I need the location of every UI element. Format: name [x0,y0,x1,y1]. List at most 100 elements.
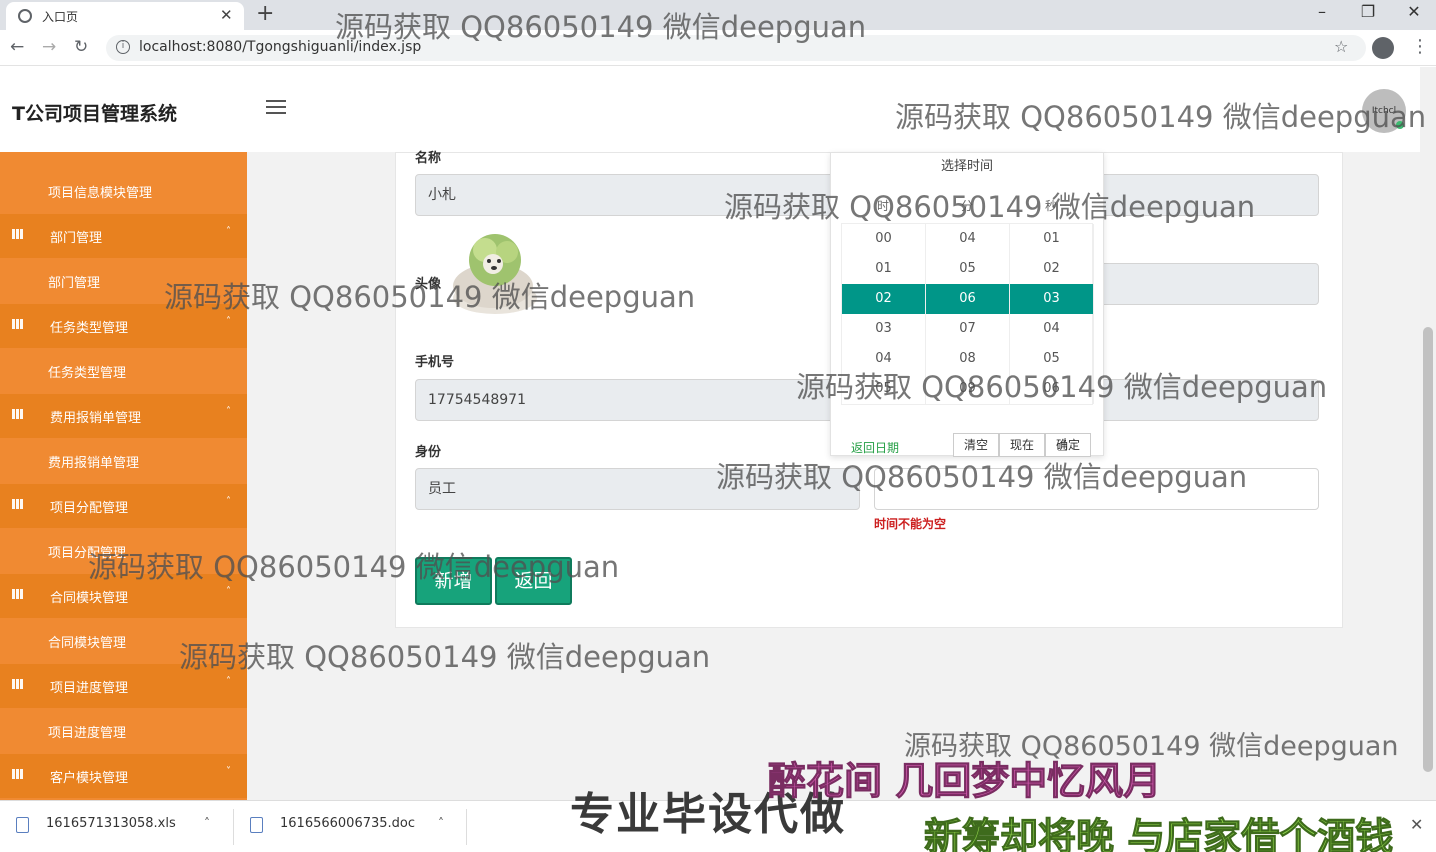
browser-tabbar: 入口页 ✕ + – ❐ ✕ [0,0,1436,30]
second-option[interactable]: 03 [1010,284,1093,314]
scrollbar-thumb[interactable] [1423,327,1433,772]
download-filename: 1616566006735.doc [280,816,416,831]
hour-option[interactable]: 00 [842,224,925,254]
profile-icon[interactable] [1372,37,1394,59]
new-tab-button[interactable]: + [256,1,274,26]
sidebar-item[interactable]: 合同模块管理 [0,619,247,663]
second-column[interactable]: 01 02 03 04 05 06 [1010,224,1094,404]
avatar-label: 头像 [415,277,442,292]
chevron-up-icon: ˄ [226,676,231,687]
second-option[interactable]: 05 [1010,344,1093,374]
download-item[interactable]: 1616571313058.xls ˄ [16,813,226,843]
sidebar-item[interactable]: 项目分配管理 [0,529,247,573]
close-downloads-icon[interactable]: ✕ [1410,815,1423,834]
sidebar-group[interactable]: 部门管理 ˄ [0,214,247,258]
sidebar-group[interactable]: 合同模块管理 ˄ [0,574,247,618]
sidebar-item[interactable]: 项目信息模块管理 [0,169,247,213]
minimize-icon[interactable]: – [1302,2,1342,21]
minute-option[interactable]: 06 [926,284,1009,314]
grid-icon [12,319,24,329]
sidebar-item[interactable]: 项目进度管理 [0,709,247,753]
hour-option[interactable]: 02 [842,284,925,314]
minute-option[interactable]: 05 [926,254,1009,284]
close-window-icon[interactable]: ✕ [1394,2,1434,21]
sidebar-item-label: 项目信息模块管理 [48,186,153,201]
avatar-image[interactable] [441,228,549,316]
sidebar-group[interactable]: 费用报销单管理 ˄ [0,394,247,438]
download-separator [466,809,467,845]
lyric-overlay-line-1: 醉花间 几回梦中忆风月 [767,759,1162,804]
sidebar-item-label: 部门管理 [50,231,103,246]
hour-option[interactable]: 04 [842,344,925,374]
minute-column-header: 分 [961,199,974,213]
minute-option[interactable]: 07 [926,314,1009,344]
menu-toggle-icon[interactable] [266,100,286,118]
sidebar-item-label: 项目分配管理 [48,546,127,561]
tab-close-icon[interactable]: ✕ [220,6,233,24]
back-to-date-link[interactable]: 返回日期 [851,439,899,456]
time-error-message: 时间不能为空 [874,517,947,531]
sidebar-item[interactable]: 部门管理 [0,259,247,303]
back-button[interactable]: 返回 [495,557,572,605]
minute-option[interactable]: 09 [926,374,1009,404]
forward-arrow-icon[interactable]: → [42,37,56,57]
second-option[interactable]: 01 [1010,224,1093,254]
now-button[interactable]: 现在 [999,433,1045,457]
role-input[interactable]: 员工 [415,468,860,510]
url-input[interactable]: i localhost:8080/Tgongshiguanli/index.js… [106,35,1366,61]
sidebar-item[interactable]: 费用报销单管理 [0,439,247,483]
chevron-up-icon[interactable]: ˄ [438,816,444,830]
second-option[interactable]: 06 [1010,374,1093,404]
browser-tab[interactable]: 入口页 ✕ [6,2,244,30]
sidebar-item-label: 任务类型管理 [50,321,129,336]
chevron-up-icon[interactable]: ˄ [204,816,210,830]
name-input[interactable]: 小札 [415,174,860,216]
download-filename: 1616571313058.xls [46,816,176,831]
phone-input[interactable]: 17754548971 [415,379,860,421]
reload-icon[interactable]: ↻ [74,37,88,57]
back-arrow-icon[interactable]: ← [10,37,24,57]
hour-option[interactable]: 05 [842,374,925,404]
grid-icon [12,679,24,689]
sidebar-item-label: 项目进度管理 [48,726,127,741]
confirm-button[interactable]: 确定 [1045,433,1091,457]
second-option[interactable]: 02 [1010,254,1093,284]
address-bar-row: ← → ↻ i localhost:8080/Tgongshiguanli/in… [0,30,1436,66]
page-scrollbar[interactable] [1420,67,1436,800]
file-icon [16,817,29,833]
sidebar-group[interactable]: 项目分配管理 ˄ [0,484,247,528]
lyric-overlay-line-2: 新筹却将晚 与店家借个酒钱 [923,815,1394,852]
phone-label: 手机号 [415,355,455,370]
cursor-hand-icon: ☝ [1057,435,1068,456]
chevron-up-icon: ˄ [226,586,231,597]
clear-button[interactable]: 清空 [953,433,999,457]
hour-column[interactable]: 00 01 02 03 04 05 [842,224,926,404]
sidebar-item[interactable]: 任务类型管理 [0,349,247,393]
minute-option[interactable]: 08 [926,344,1009,374]
restore-icon[interactable]: ❐ [1348,2,1388,21]
bookmark-star-icon[interactable]: ☆ [1334,37,1348,56]
hour-option[interactable]: 01 [842,254,925,284]
role-label: 身份 [415,445,442,460]
minute-option[interactable]: 04 [926,224,1009,254]
grid-icon [12,499,24,509]
hour-option[interactable]: 03 [842,314,925,344]
download-item[interactable]: 1616566006735.doc ˄ [250,813,460,843]
tab-title: 入口页 [42,10,79,24]
sidebar-group[interactable]: 项目进度管理 ˄ [0,664,247,708]
online-status-dot [1396,121,1404,129]
hour-column-header: 时 [877,199,890,213]
sidebar-group[interactable]: 任务类型管理 ˄ [0,304,247,348]
more-menu-icon[interactable]: ⋮ [1411,36,1429,57]
add-button[interactable]: 新增 [415,557,492,605]
globe-icon [18,9,32,23]
picker-columns: 00 01 02 03 04 05 04 05 06 07 08 09 01 02 03 04 05 06 [841,223,1094,405]
info-icon[interactable]: i [116,40,130,54]
sidebar-group[interactable]: 客户模块管理 ˅ [0,754,247,798]
second-option[interactable]: 04 [1010,314,1093,344]
chevron-down-icon: ˅ [226,766,231,777]
minute-column[interactable]: 04 05 06 07 08 09 [926,224,1010,404]
time-input[interactable] [874,468,1319,510]
second-column-header: 秒 [1045,199,1058,213]
chevron-up-icon: ˄ [226,226,231,237]
